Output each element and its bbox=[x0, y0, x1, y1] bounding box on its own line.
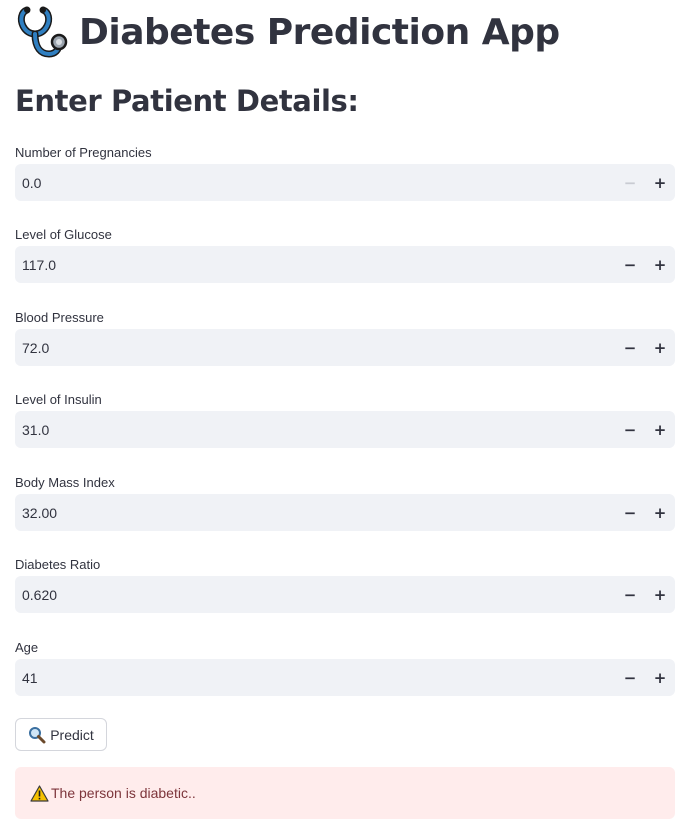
number-input-value[interactable]: 117.0 bbox=[15, 257, 615, 273]
number-input-age[interactable]: 41 − + bbox=[15, 659, 675, 696]
field-label: Age bbox=[15, 640, 39, 655]
increment-button[interactable]: + bbox=[645, 246, 675, 283]
decrement-button[interactable]: − bbox=[615, 659, 645, 696]
result-alert: The person is diabetic.. bbox=[15, 767, 675, 819]
decrement-button[interactable]: − bbox=[615, 576, 645, 613]
field-pregnancies: Number of Pregnancies 0.0 − + bbox=[15, 144, 675, 201]
decrement-button[interactable]: − bbox=[615, 164, 645, 201]
number-input-value[interactable]: 31.0 bbox=[15, 422, 615, 438]
field-glucose: Level of Glucose 117.0 − + bbox=[15, 226, 675, 283]
section-heading: Enter Patient Details: bbox=[15, 84, 359, 118]
increment-button[interactable]: + bbox=[645, 494, 675, 531]
number-input-pregnancies[interactable]: 0.0 − + bbox=[15, 164, 675, 201]
increment-button[interactable]: + bbox=[645, 576, 675, 613]
decrement-button[interactable]: − bbox=[615, 411, 645, 448]
field-insulin: Level of Insulin 31.0 − + bbox=[15, 391, 675, 448]
decrement-button[interactable]: − bbox=[615, 246, 645, 283]
page-header: Diabetes Prediction App bbox=[15, 4, 560, 60]
number-input-value[interactable]: 0.0 bbox=[15, 175, 615, 191]
field-label: Number of Pregnancies bbox=[15, 145, 152, 160]
number-input-bmi[interactable]: 32.00 − + bbox=[15, 494, 675, 531]
field-label: Blood Pressure bbox=[15, 310, 104, 325]
field-label: Body Mass Index bbox=[15, 475, 115, 490]
predict-button[interactable]: Predict bbox=[15, 718, 107, 751]
field-blood-pressure: Blood Pressure 72.0 − + bbox=[15, 309, 675, 366]
number-input-blood-pressure[interactable]: 72.0 − + bbox=[15, 329, 675, 366]
number-input-glucose[interactable]: 117.0 − + bbox=[15, 246, 675, 283]
number-input-value[interactable]: 72.0 bbox=[15, 340, 615, 356]
predict-button-label: Predict bbox=[50, 726, 94, 743]
decrement-button[interactable]: − bbox=[615, 329, 645, 366]
number-input-value[interactable]: 32.00 bbox=[15, 505, 615, 521]
increment-button[interactable]: + bbox=[645, 329, 675, 366]
field-label: Diabetes Ratio bbox=[15, 557, 101, 572]
number-input-diabetes-ratio[interactable]: 0.620 − + bbox=[15, 576, 675, 613]
increment-button[interactable]: + bbox=[645, 659, 675, 696]
warning-icon bbox=[30, 784, 49, 802]
number-input-value[interactable]: 0.620 bbox=[15, 587, 615, 603]
decrement-button[interactable]: − bbox=[615, 494, 645, 531]
increment-button[interactable]: + bbox=[645, 164, 675, 201]
increment-button[interactable]: + bbox=[645, 411, 675, 448]
magnifier-icon bbox=[29, 726, 46, 743]
field-age: Age 41 − + bbox=[15, 639, 675, 696]
number-input-insulin[interactable]: 31.0 − + bbox=[15, 411, 675, 448]
field-label: Level of Glucose bbox=[15, 227, 112, 242]
stethoscope-icon bbox=[17, 6, 68, 58]
field-bmi: Body Mass Index 32.00 − + bbox=[15, 474, 675, 531]
result-message: The person is diabetic.. bbox=[51, 785, 196, 801]
page-title: Diabetes Prediction App bbox=[79, 11, 560, 53]
field-label: Level of Insulin bbox=[15, 392, 102, 407]
field-diabetes-ratio: Diabetes Ratio 0.620 − + bbox=[15, 556, 675, 613]
number-input-value[interactable]: 41 bbox=[15, 670, 615, 686]
